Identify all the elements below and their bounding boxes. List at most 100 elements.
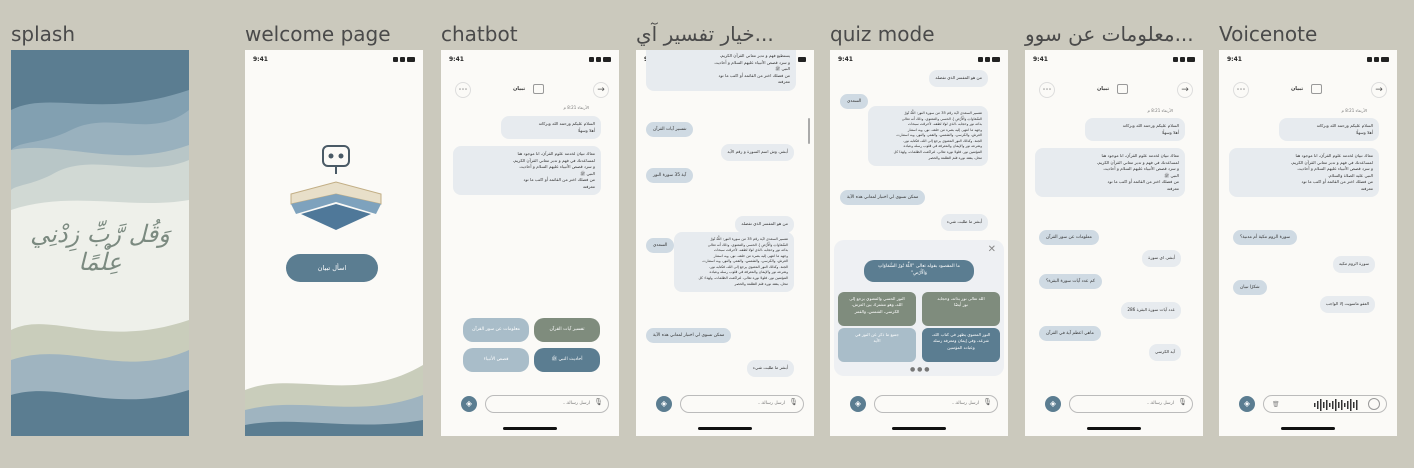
chat-date: الأربعاء 8:21 م (1341, 108, 1367, 113)
message-input[interactable]: ارسل رسالة... (874, 395, 998, 413)
bot-message: أبشر، وش اسم السورة و رقم الآية (721, 144, 794, 161)
voicenote-screen: 9:41 ⋯ تبيان → الأربعاء 8:21 م السلام عل… (1219, 50, 1397, 436)
signal-wifi-battery-icon (978, 57, 1000, 62)
input-bar: ◈ ارسل رسالة... 🎙 (844, 394, 998, 414)
mic-icon[interactable]: 🎙 (1178, 398, 1187, 406)
bot-name: تبيان (1097, 86, 1110, 92)
bot-message: العفو ماسويت إلا الواجب (1319, 296, 1375, 313)
quiz-question: ما المقصود بقوله تعالى "اللَّهُ نُورُ ال… (864, 260, 974, 282)
splash-calligraphy: وَقُل رَّبِّ زِدْنِي عِلْمًا (30, 220, 170, 276)
user-message: السعدي (840, 94, 869, 109)
bot-message: أبشر ما طلبت شيء (747, 360, 794, 377)
quiz-answer-1[interactable]: النور الحسي والمعنوي يرجع إلى الله، وهو … (838, 292, 916, 326)
message-input[interactable]: ارسل رسالة... (1069, 395, 1193, 413)
user-message: ماهي اعظم آية في القرآن (1039, 326, 1101, 341)
bot-message: سورة الروم مكية (1333, 256, 1375, 273)
screen-label-chatbot: chatbot (441, 22, 518, 46)
home-indicator (1087, 427, 1141, 430)
voice-recording-bar: ◈ 🗑 (1233, 394, 1387, 414)
signal-wifi-battery-icon (393, 57, 415, 62)
bot-name: تبيان (513, 86, 526, 92)
message-input[interactable]: ارسل رسالة... (680, 395, 804, 413)
chat-date: الأربعاء 8:21 م (1147, 108, 1173, 113)
bot-shortcut-button[interactable]: ◈ (1045, 396, 1061, 412)
user-message: تفسير آيات القرآن (646, 122, 694, 137)
welcome-waves (245, 365, 423, 436)
greeting-bubble: السلام عليكم ورحمة الله وبركاته أهلا وسه… (1279, 118, 1379, 141)
user-message: سورة الروم مكية أم مدنية؟ (1233, 230, 1298, 245)
chat-date: الأربعاء 8:21 م (563, 105, 589, 110)
bot-name: تبيان (1291, 86, 1304, 92)
voice-recording-field[interactable]: 🗑 (1263, 395, 1387, 413)
input-bar: ◈ ارسل رسالة... 🎙 (650, 394, 804, 414)
home-indicator (503, 427, 557, 430)
intro-bubble: معاك تبيان لخدمة علوم القرآن، انا موجود … (453, 146, 601, 195)
bot-shortcut-button[interactable]: ◈ (461, 396, 477, 412)
more-options-button[interactable]: ⋯ (455, 82, 471, 98)
close-icon[interactable]: ✕ (988, 244, 996, 255)
chatbot-screen: 9:41 ⋯ تبيان → الأربعاء 8:21 م السلام عل… (441, 50, 619, 436)
send-icon[interactable] (1368, 398, 1380, 410)
status-bar: 9:41 (449, 56, 611, 64)
screen-label-tafsir: خيار تفسير آي... (636, 22, 774, 46)
bot-avatar-icon (533, 84, 544, 94)
screen-label-welcome: welcome page (245, 22, 391, 46)
status-bar: 9:41 (838, 56, 1000, 64)
bot-message: من هو المفسر الذي تفضله (929, 70, 988, 87)
tafsir-bubble: تفسير السعدي لآية رقم 35 من سورة النور: … (674, 232, 794, 293)
scrollbar[interactable] (808, 118, 810, 144)
intro-bubble: يستطيع فهم و تدبر معاني القرآن الكريم، و… (646, 50, 796, 91)
user-message: معلومات عن سور القرآن (1039, 230, 1099, 245)
user-message: آية 35 سورة النور (646, 168, 694, 183)
home-indicator (892, 427, 946, 430)
intro-bubble: معاك تبيان لخدمة علوم القرآن، انا موجود … (1229, 148, 1379, 197)
user-message: ممكن تسوي لي اختبار لمعاني هذه الآية (646, 328, 732, 343)
splash-screen: وَقُل رَّبِّ زِدْنِي عِلْمًا (11, 50, 189, 436)
more-options-button[interactable]: ⋯ (1039, 82, 1055, 98)
screen-label-voice: Voicenote (1219, 22, 1318, 46)
input-bar: ◈ ارسل رسالة... 🎙 (1039, 394, 1193, 414)
chip-surah-info[interactable]: معلومات عن سور القرآن (463, 318, 529, 342)
quiz-answer-0[interactable]: الله تعالى نور بذاته، وحجابه نور أيضًا (922, 292, 1000, 326)
home-indicator (1281, 427, 1335, 430)
chip-prophets-stories[interactable]: قصص الأنبياء (463, 348, 529, 372)
tafsir-bubble: تفسير السعدي لآية رقم 35 من سورة النور: … (868, 106, 988, 167)
signal-wifi-battery-icon (589, 57, 611, 62)
bot-shortcut-button[interactable]: ◈ (850, 396, 866, 412)
chat-header: ⋯ تبيان → (441, 82, 619, 100)
status-bar: 9:41 (253, 56, 415, 64)
greeting-bubble: السلام عليكم ورحمة الله وبركاته أهلا وسه… (1085, 118, 1185, 141)
bot-message: عدد آيات سورة البقرة 286 (1121, 302, 1181, 319)
quiz-answer-3[interactable]: جميع ما ذكر عن النور في الآية (838, 328, 916, 362)
back-arrow-button[interactable]: → (593, 82, 609, 98)
bot-message: أبشر، اي سورة (1142, 250, 1181, 267)
screen-label-quiz: quiz mode (830, 22, 935, 46)
ask-tibyan-button[interactable]: اسأل تبيان (286, 254, 378, 282)
message-input[interactable]: ارسل رسالة... (485, 395, 609, 413)
status-bar: 9:41 (1033, 56, 1195, 64)
chip-hadith[interactable]: أحاديث النبي ﷺ (534, 348, 600, 372)
quran-robot-illustration (290, 145, 382, 230)
mic-icon[interactable]: 🎙 (594, 398, 603, 406)
user-message: شكرًا تبيان (1233, 280, 1267, 295)
bot-message: من هو المفسر الذي تفضله (735, 216, 794, 233)
back-arrow-button[interactable]: → (1177, 82, 1193, 98)
bot-shortcut-button[interactable]: ◈ (1239, 396, 1255, 412)
quiz-screen: 9:41 من هو المفسر الذي تفضله السعدي تفسي… (830, 50, 1008, 436)
back-arrow-button[interactable]: → (1371, 82, 1387, 98)
mic-icon[interactable]: 🎙 (789, 398, 798, 406)
bot-shortcut-button[interactable]: ◈ (656, 396, 672, 412)
pagination-dots[interactable]: ● ● ● (910, 366, 930, 373)
mic-icon[interactable]: 🎙 (983, 398, 992, 406)
chat-header: ⋯ تبيان → (1219, 82, 1397, 100)
trash-icon[interactable]: 🗑 (1272, 401, 1280, 408)
bot-avatar-icon (1117, 84, 1128, 94)
more-options-button[interactable]: ⋯ (1233, 82, 1249, 98)
intro-bubble: معاك تبيان لخدمة علوم القرآن، انا موجود … (1035, 148, 1185, 197)
status-bar: 9:41 (1227, 56, 1389, 64)
quiz-answer-2[interactable]: النور المعنوي يظهر في كتاب الله، شرعه، و… (922, 328, 1000, 362)
chip-tafsir[interactable]: تفسير آيات القرآن (534, 318, 600, 342)
surah-info-screen: 9:41 ⋯ تبيان → الأربعاء 8:21 م السلام عل… (1025, 50, 1203, 436)
home-indicator (698, 427, 752, 430)
signal-wifi-battery-icon (1367, 57, 1389, 62)
